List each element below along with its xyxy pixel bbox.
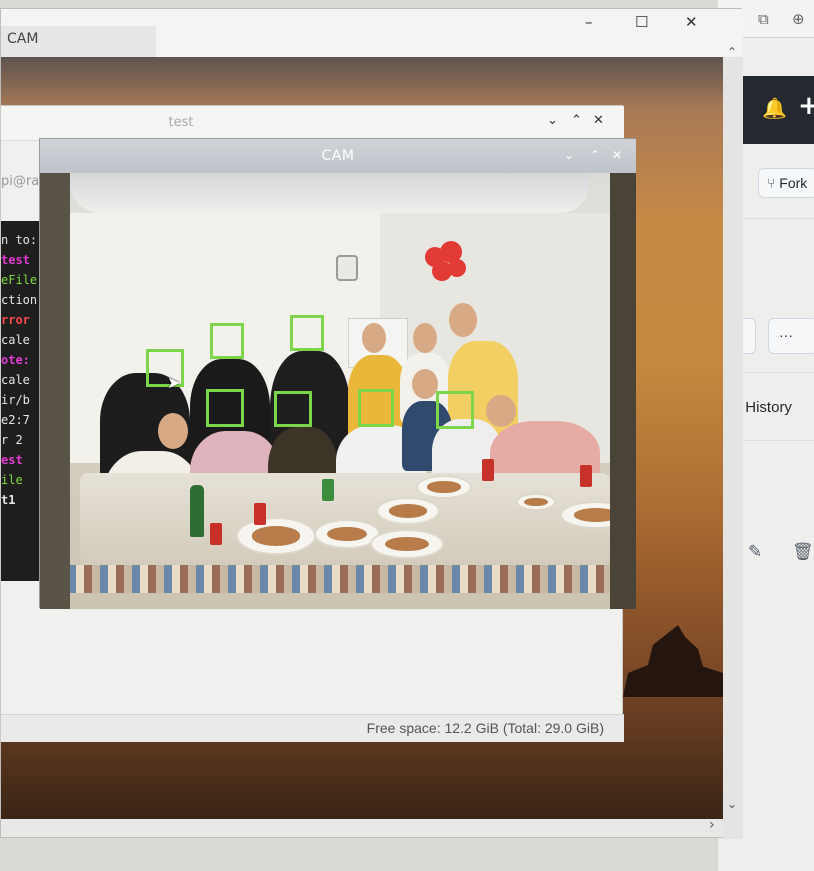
balloon xyxy=(448,259,466,277)
face-detection-box xyxy=(210,323,244,359)
scroll-right-arrow-icon[interactable]: › xyxy=(709,817,715,833)
food-plate xyxy=(236,517,316,555)
food-plate xyxy=(416,475,472,499)
face-detection-box xyxy=(436,391,474,429)
test-window-titlebar[interactable]: test ⌄ ⌃ ✕ xyxy=(1,106,624,141)
close-button[interactable]: ✕ xyxy=(685,13,698,31)
terminal-line: test xyxy=(1,253,30,267)
edit-pencil-icon[interactable]: ✎ xyxy=(748,542,762,562)
maximize-button[interactable]: ⌃ xyxy=(571,113,582,128)
terminal-line: t1 xyxy=(1,493,16,507)
soda-can xyxy=(580,465,592,487)
terminal-line: e2:7 xyxy=(1,413,30,427)
photo-frame-edge xyxy=(610,173,636,609)
close-button[interactable]: ✕ xyxy=(612,148,622,162)
close-button[interactable]: ✕ xyxy=(593,113,604,128)
green-bottle xyxy=(322,479,334,501)
minimize-button[interactable]: – xyxy=(585,13,593,31)
cam-window-title: CAM xyxy=(1,26,156,57)
wall-fan xyxy=(336,255,358,281)
terminal-line: ir/b xyxy=(1,393,30,407)
create-new-icon[interactable]: + xyxy=(798,91,814,121)
camera-feed: ➤ xyxy=(40,173,636,609)
mouse-cursor-icon: ➤ xyxy=(167,373,181,392)
person-head xyxy=(158,413,188,449)
delete-trash-icon[interactable]: 🗑 xyxy=(792,542,814,562)
terminal-line: ction xyxy=(1,293,38,307)
terminal-output: n to: test eFile ction rror cale ote: ca… xyxy=(1,221,41,581)
fork-icon: ⑂ xyxy=(767,175,780,191)
cam-window-foreground: CAM ⌄ ⌃ ✕ ➤ xyxy=(39,138,636,609)
translate-icon[interactable]: ⧉ xyxy=(758,10,769,28)
fork-label: Fork xyxy=(779,175,808,191)
cam-window-title: CAM xyxy=(321,148,355,164)
terminal-line: cale xyxy=(1,373,30,387)
notification-bell-icon[interactable]: 🔔 xyxy=(762,96,787,120)
minimize-button[interactable]: ⌄ xyxy=(547,113,558,128)
table-edge-decoration xyxy=(60,565,636,593)
person-head xyxy=(412,369,438,399)
scroll-down-arrow-icon[interactable]: ⌄ xyxy=(727,797,737,811)
maximize-button[interactable]: ⌃ xyxy=(590,148,600,162)
person-head xyxy=(413,323,437,353)
terminal-line: ote: xyxy=(1,353,30,367)
person-head xyxy=(486,395,516,427)
fork-button[interactable]: ⑂ Fork xyxy=(758,168,814,198)
minimize-button[interactable]: ⌄ xyxy=(564,148,574,162)
soda-can xyxy=(210,523,222,545)
terminal-line: n to: xyxy=(1,233,38,247)
soda-can xyxy=(482,459,494,481)
terminal-line: cale xyxy=(1,333,30,347)
terminal-line: ile xyxy=(1,473,23,487)
terminal-line: r 2 xyxy=(1,433,23,447)
ssh-address: pi@ra xyxy=(1,174,40,189)
free-space-status: Free space: 12.2 GiB (Total: 29.0 GiB) xyxy=(366,720,604,736)
cam-window-titlebar[interactable]: CAM – ☐ ✕ xyxy=(1,9,743,57)
soda-can xyxy=(254,503,266,525)
food-plate xyxy=(376,497,440,525)
food-plate xyxy=(370,529,444,559)
ellipsis-icon: ··· xyxy=(779,327,793,343)
person-head xyxy=(362,323,386,353)
cam-window-titlebar[interactable]: CAM ⌄ ⌃ ✕ xyxy=(40,139,636,173)
vertical-scrollbar[interactable]: ⌃ ⌄ xyxy=(723,45,743,839)
status-bar: Free space: 12.2 GiB (Total: 29.0 GiB) xyxy=(1,714,624,742)
maximize-button[interactable]: ☐ xyxy=(635,13,648,31)
terminal-line: rror xyxy=(1,313,30,327)
test-window-title: test xyxy=(168,115,194,130)
pagoda-silhouette xyxy=(623,625,723,697)
face-detection-box xyxy=(274,391,312,427)
scroll-up-arrow-icon[interactable]: ⌃ xyxy=(727,45,737,59)
terminal-line: est xyxy=(1,453,23,467)
face-detection-box xyxy=(206,389,244,427)
history-label: History xyxy=(745,399,792,416)
face-detection-box xyxy=(358,389,394,427)
terminal-line: eFile xyxy=(1,273,38,287)
zoom-icon[interactable]: ⊕ xyxy=(792,10,805,28)
face-detection-box xyxy=(290,315,324,351)
green-bottle xyxy=(190,485,204,537)
food-plate xyxy=(516,493,556,511)
room-ceiling xyxy=(70,173,590,213)
photo-frame-edge xyxy=(40,173,70,609)
person-head xyxy=(449,303,477,337)
more-options-button[interactable]: ··· xyxy=(768,318,814,354)
